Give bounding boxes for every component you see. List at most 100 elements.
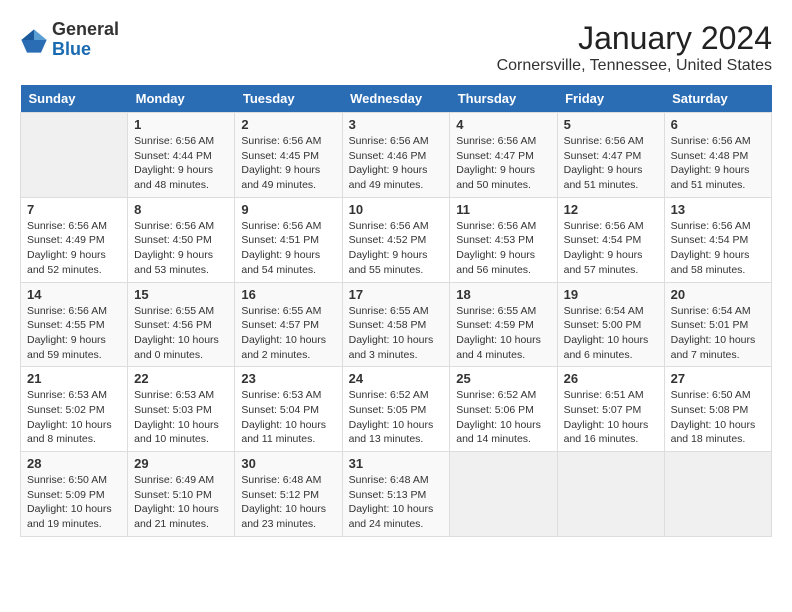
day-number: 3 bbox=[349, 117, 444, 132]
day-number: 11 bbox=[456, 202, 550, 217]
week-row-3: 14Sunrise: 6:56 AM Sunset: 4:55 PM Dayli… bbox=[21, 282, 772, 367]
day-cell: 27 Sunrise: 6:50 AM Sunset: 5:08 PM Dayli… bbox=[664, 367, 771, 452]
day-number: 26 bbox=[564, 371, 658, 386]
day-cell: 1Sunrise: 6:56 AM Sunset: 4:44 PM Daylig… bbox=[128, 113, 235, 198]
title-block: January 2024 Cornersville, Tennessee, Un… bbox=[497, 20, 772, 75]
day-info: Sunrise: 6:56 AM Sunset: 4:45 PM Dayligh… bbox=[241, 134, 335, 193]
day-info: Sunrise: 6:53 AM Sunset: 5:04 PM Dayligh… bbox=[241, 388, 335, 447]
week-row-4: 21Sunrise: 6:53 AM Sunset: 5:02 PM Dayli… bbox=[21, 367, 772, 452]
day-info: Sunrise: 6:53 AM Sunset: 5:03 PM Dayligh… bbox=[134, 388, 228, 447]
day-info: Sunrise: 6:56 AM Sunset: 4:44 PM Dayligh… bbox=[134, 134, 228, 193]
week-row-5: 28 Sunrise: 6:50 AM Sunset: 5:09 PM Dayli… bbox=[21, 452, 772, 537]
day-cell: 4 Sunrise: 6:56 AM Sunset: 4:47 PM Daylig… bbox=[450, 113, 557, 198]
day-cell: 10Sunrise: 6:56 AM Sunset: 4:52 PM Dayli… bbox=[342, 197, 450, 282]
location-text: Cornersville, Tennessee, United States bbox=[497, 57, 772, 75]
day-number: 18 bbox=[456, 287, 550, 302]
day-cell: 3 Sunrise: 6:56 AM Sunset: 4:46 PM Daylig… bbox=[342, 113, 450, 198]
day-cell: 28 Sunrise: 6:50 AM Sunset: 5:09 PM Dayli… bbox=[21, 452, 128, 537]
month-title: January 2024 bbox=[497, 20, 772, 57]
calendar-header-row: SundayMondayTuesdayWednesdayThursdayFrid… bbox=[21, 85, 772, 113]
page-header: General Blue January 2024 Cornersville, … bbox=[20, 20, 772, 75]
day-number: 31 bbox=[349, 456, 444, 471]
day-number: 19 bbox=[564, 287, 658, 302]
day-info: Sunrise: 6:48 AM Sunset: 5:13 PM Dayligh… bbox=[349, 473, 444, 532]
day-number: 4 bbox=[456, 117, 550, 132]
day-number: 30 bbox=[241, 456, 335, 471]
day-cell: 29Sunrise: 6:49 AM Sunset: 5:10 PM Dayli… bbox=[128, 452, 235, 537]
day-cell: 11 Sunrise: 6:56 AM Sunset: 4:53 PM Dayli… bbox=[450, 197, 557, 282]
day-cell: 14Sunrise: 6:56 AM Sunset: 4:55 PM Dayli… bbox=[21, 282, 128, 367]
day-cell bbox=[21, 113, 128, 198]
day-cell: 26 Sunrise: 6:51 AM Sunset: 5:07 PM Dayli… bbox=[557, 367, 664, 452]
column-header-wednesday: Wednesday bbox=[342, 85, 450, 113]
column-header-friday: Friday bbox=[557, 85, 664, 113]
day-cell: 24 Sunrise: 6:52 AM Sunset: 5:05 PM Dayli… bbox=[342, 367, 450, 452]
day-info: Sunrise: 6:56 AM Sunset: 4:53 PM Dayligh… bbox=[456, 219, 550, 278]
day-number: 7 bbox=[27, 202, 121, 217]
day-info: Sunrise: 6:56 AM Sunset: 4:50 PM Dayligh… bbox=[134, 219, 228, 278]
week-row-1: 1Sunrise: 6:56 AM Sunset: 4:44 PM Daylig… bbox=[21, 113, 772, 198]
day-cell: 5 Sunrise: 6:56 AM Sunset: 4:47 PM Daylig… bbox=[557, 113, 664, 198]
logo-text: General Blue bbox=[52, 20, 119, 60]
logo-icon bbox=[20, 26, 48, 54]
day-cell: 20Sunrise: 6:54 AM Sunset: 5:01 PM Dayli… bbox=[664, 282, 771, 367]
day-info: Sunrise: 6:54 AM Sunset: 5:00 PM Dayligh… bbox=[564, 304, 658, 363]
day-info: Sunrise: 6:56 AM Sunset: 4:49 PM Dayligh… bbox=[27, 219, 121, 278]
day-info: Sunrise: 6:56 AM Sunset: 4:51 PM Dayligh… bbox=[241, 219, 335, 278]
day-cell: 15Sunrise: 6:55 AM Sunset: 4:56 PM Dayli… bbox=[128, 282, 235, 367]
day-cell: 25Sunrise: 6:52 AM Sunset: 5:06 PM Dayli… bbox=[450, 367, 557, 452]
logo-blue-text: Blue bbox=[52, 39, 91, 59]
day-cell: 9 Sunrise: 6:56 AM Sunset: 4:51 PM Daylig… bbox=[235, 197, 342, 282]
day-cell bbox=[450, 452, 557, 537]
day-cell: 21Sunrise: 6:53 AM Sunset: 5:02 PM Dayli… bbox=[21, 367, 128, 452]
day-cell: 2 Sunrise: 6:56 AM Sunset: 4:45 PM Daylig… bbox=[235, 113, 342, 198]
logo: General Blue bbox=[20, 20, 119, 60]
day-info: Sunrise: 6:56 AM Sunset: 4:48 PM Dayligh… bbox=[671, 134, 765, 193]
day-number: 28 bbox=[27, 456, 121, 471]
day-number: 24 bbox=[349, 371, 444, 386]
week-row-2: 7 Sunrise: 6:56 AM Sunset: 4:49 PM Daylig… bbox=[21, 197, 772, 282]
day-cell: 13 Sunrise: 6:56 AM Sunset: 4:54 PM Dayli… bbox=[664, 197, 771, 282]
day-number: 5 bbox=[564, 117, 658, 132]
day-info: Sunrise: 6:56 AM Sunset: 4:54 PM Dayligh… bbox=[671, 219, 765, 278]
day-number: 15 bbox=[134, 287, 228, 302]
column-header-thursday: Thursday bbox=[450, 85, 557, 113]
column-header-sunday: Sunday bbox=[21, 85, 128, 113]
day-number: 13 bbox=[671, 202, 765, 217]
day-number: 16 bbox=[241, 287, 335, 302]
column-header-saturday: Saturday bbox=[664, 85, 771, 113]
day-info: Sunrise: 6:50 AM Sunset: 5:09 PM Dayligh… bbox=[27, 473, 121, 532]
day-cell: 18 Sunrise: 6:55 AM Sunset: 4:59 PM Dayli… bbox=[450, 282, 557, 367]
day-cell bbox=[664, 452, 771, 537]
column-header-monday: Monday bbox=[128, 85, 235, 113]
day-number: 17 bbox=[349, 287, 444, 302]
day-info: Sunrise: 6:51 AM Sunset: 5:07 PM Dayligh… bbox=[564, 388, 658, 447]
day-cell: 12Sunrise: 6:56 AM Sunset: 4:54 PM Dayli… bbox=[557, 197, 664, 282]
day-number: 20 bbox=[671, 287, 765, 302]
day-info: Sunrise: 6:56 AM Sunset: 4:52 PM Dayligh… bbox=[349, 219, 444, 278]
day-cell: 7 Sunrise: 6:56 AM Sunset: 4:49 PM Daylig… bbox=[21, 197, 128, 282]
day-info: Sunrise: 6:56 AM Sunset: 4:54 PM Dayligh… bbox=[564, 219, 658, 278]
day-info: Sunrise: 6:50 AM Sunset: 5:08 PM Dayligh… bbox=[671, 388, 765, 447]
day-number: 2 bbox=[241, 117, 335, 132]
day-info: Sunrise: 6:53 AM Sunset: 5:02 PM Dayligh… bbox=[27, 388, 121, 447]
day-number: 23 bbox=[241, 371, 335, 386]
day-info: Sunrise: 6:56 AM Sunset: 4:46 PM Dayligh… bbox=[349, 134, 444, 193]
day-info: Sunrise: 6:55 AM Sunset: 4:59 PM Dayligh… bbox=[456, 304, 550, 363]
day-number: 9 bbox=[241, 202, 335, 217]
day-cell: 6Sunrise: 6:56 AM Sunset: 4:48 PM Daylig… bbox=[664, 113, 771, 198]
day-info: Sunrise: 6:56 AM Sunset: 4:47 PM Dayligh… bbox=[564, 134, 658, 193]
day-info: Sunrise: 6:52 AM Sunset: 5:06 PM Dayligh… bbox=[456, 388, 550, 447]
logo-general-text: General bbox=[52, 19, 119, 39]
calendar-table: SundayMondayTuesdayWednesdayThursdayFrid… bbox=[20, 85, 772, 537]
day-cell: 30Sunrise: 6:48 AM Sunset: 5:12 PM Dayli… bbox=[235, 452, 342, 537]
day-cell: 17Sunrise: 6:55 AM Sunset: 4:58 PM Dayli… bbox=[342, 282, 450, 367]
day-cell: 8Sunrise: 6:56 AM Sunset: 4:50 PM Daylig… bbox=[128, 197, 235, 282]
day-cell bbox=[557, 452, 664, 537]
day-cell: 19 Sunrise: 6:54 AM Sunset: 5:00 PM Dayli… bbox=[557, 282, 664, 367]
day-number: 27 bbox=[671, 371, 765, 386]
day-info: Sunrise: 6:52 AM Sunset: 5:05 PM Dayligh… bbox=[349, 388, 444, 447]
day-number: 14 bbox=[27, 287, 121, 302]
day-number: 22 bbox=[134, 371, 228, 386]
day-info: Sunrise: 6:56 AM Sunset: 4:47 PM Dayligh… bbox=[456, 134, 550, 193]
